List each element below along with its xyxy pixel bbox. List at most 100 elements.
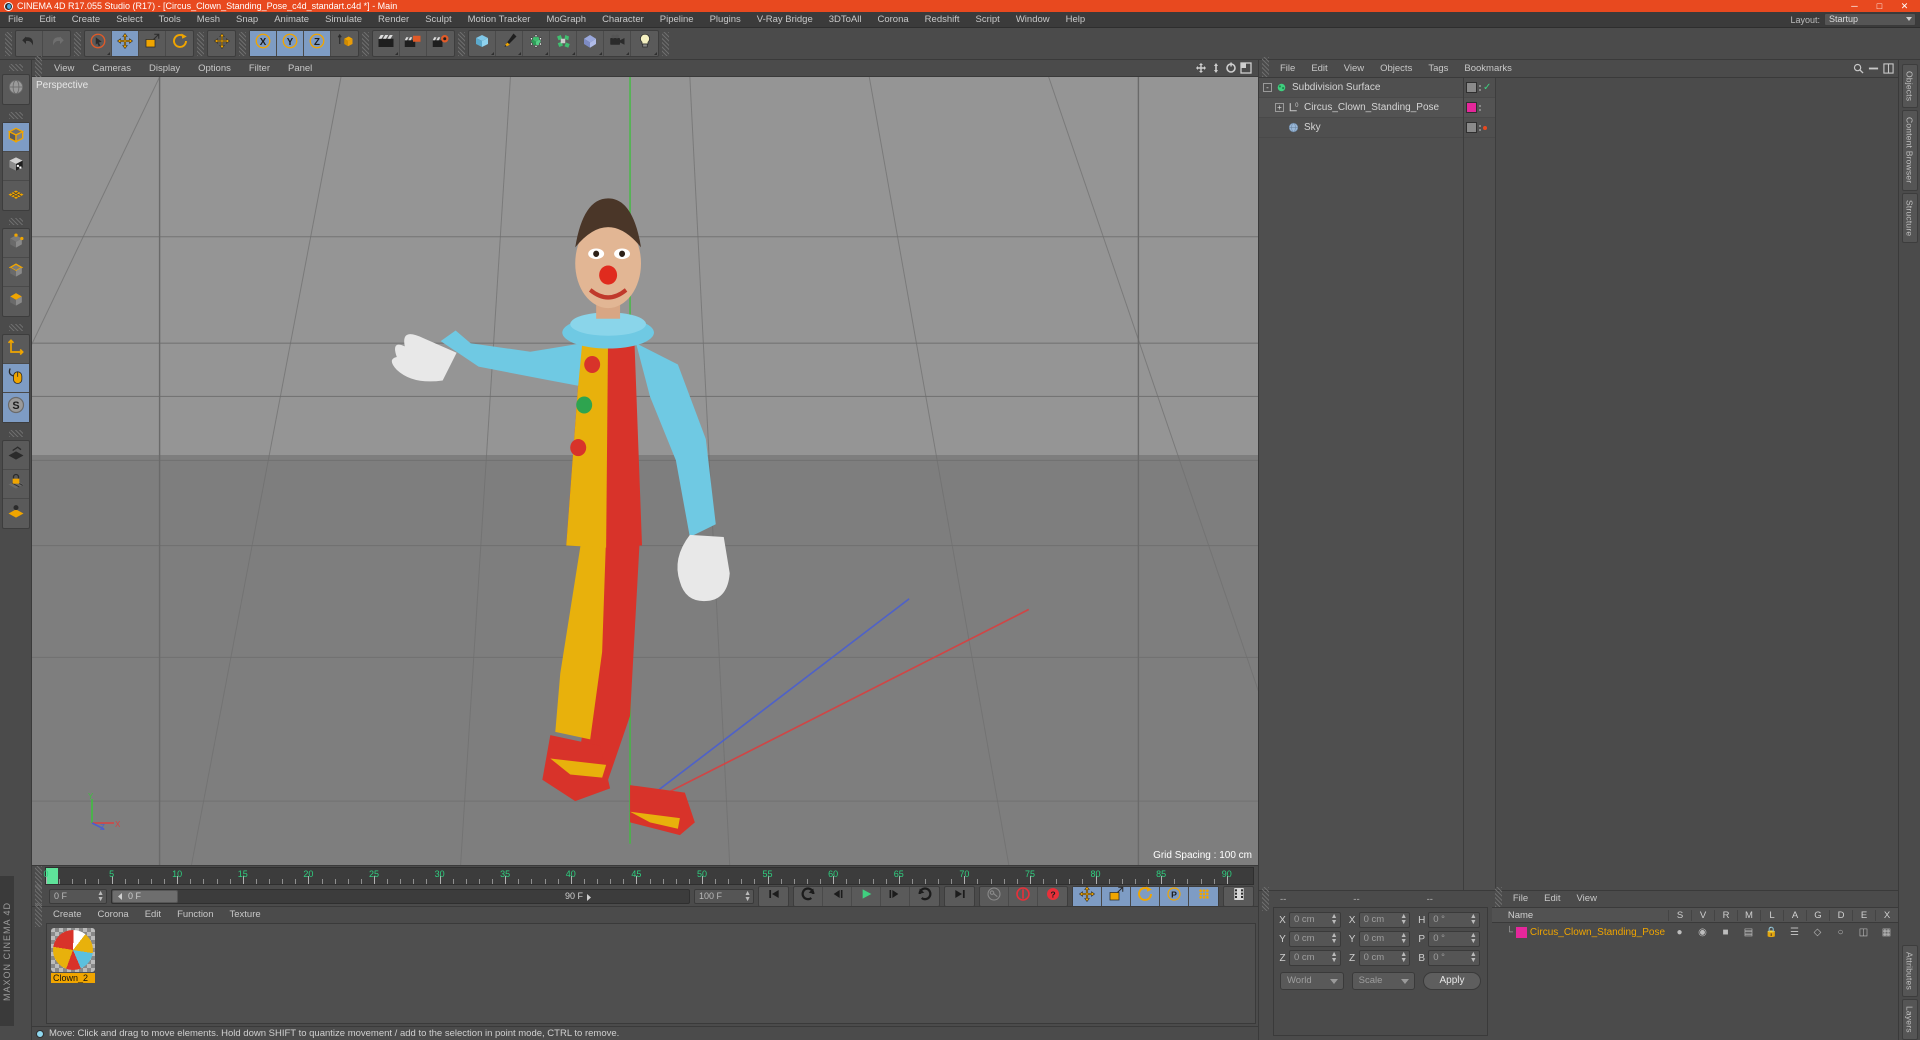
menu-item-file[interactable]: File (0, 12, 31, 28)
spinner-icon[interactable]: ▲ ▼ (1400, 913, 1407, 926)
spinner-icon[interactable]: ▲ ▼ (1331, 932, 1338, 945)
structure-cell-l[interactable]: 🔒 (1760, 927, 1783, 938)
size-field[interactable]: 0 cm ▲ ▼ (1358, 950, 1411, 966)
menu-item-texture[interactable]: Texture (222, 907, 269, 923)
side-tab-structure[interactable]: Structure (1901, 192, 1918, 243)
redo-button[interactable] (43, 31, 70, 56)
spinner-icon[interactable]: ▲ ▼ (1331, 951, 1338, 964)
spinner-icon[interactable]: ▲ ▼ (1470, 932, 1477, 945)
enable-axis-modification-button[interactable] (2, 335, 29, 364)
point-level-animation-button[interactable] (1189, 886, 1218, 906)
toolbar-grip[interactable] (662, 31, 669, 56)
spinner-icon[interactable]: ▲ ▼ (1400, 932, 1407, 945)
rotation-field[interactable]: 0 ° ▲ ▼ (1428, 931, 1480, 947)
add-primitive-button[interactable] (469, 31, 496, 56)
material-menu-grip[interactable] (35, 903, 42, 927)
coordinates-grip[interactable] (1262, 887, 1269, 911)
menu-item-corona[interactable]: Corona (870, 12, 917, 28)
structure-column-m[interactable]: M (1737, 909, 1760, 921)
add-scene-object-button[interactable] (577, 31, 604, 56)
render-view-button[interactable] (373, 31, 400, 56)
timeline-scrubber[interactable]: 0 F 90 F (111, 888, 690, 904)
soft-selection-button[interactable]: S (2, 393, 29, 422)
polygons-mode-button[interactable] (3, 287, 29, 316)
record-rotation-button[interactable] (1131, 886, 1160, 906)
menu-item-filter[interactable]: Filter (240, 60, 279, 77)
edges-mode-button[interactable] (2, 258, 29, 287)
left-toolbar-grip[interactable] (8, 112, 23, 119)
rotate-view-icon[interactable] (1225, 62, 1237, 74)
menu-item-character[interactable]: Character (594, 12, 652, 28)
viewport-layout-icon[interactable] (1240, 62, 1252, 74)
size-field[interactable]: 0 cm ▲ ▼ (1358, 931, 1411, 947)
menu-item-objects[interactable]: Objects (1372, 60, 1420, 77)
expander-toggle[interactable]: - (1263, 83, 1272, 92)
expander-toggle[interactable]: + (1275, 103, 1284, 112)
object-tree[interactable]: - Subdivision Surface +0 Circus_Clown_Stand… (1259, 78, 1463, 890)
structure-cell-a[interactable]: ☰ (1783, 927, 1806, 938)
menu-item-v-ray-bridge[interactable]: V-Ray Bridge (749, 12, 821, 28)
toolbar-grip[interactable] (458, 31, 465, 56)
structure-column-s[interactable]: S (1668, 909, 1691, 921)
menu-item-select[interactable]: Select (108, 12, 150, 28)
render-to-picture-viewer-button[interactable] (400, 31, 427, 56)
menu-item-sculpt[interactable]: Sculpt (417, 12, 459, 28)
record-pla-button[interactable]: P (1160, 886, 1189, 906)
collapse-icon[interactable] (1868, 63, 1879, 74)
menu-item-tools[interactable]: Tools (151, 12, 189, 28)
keyframe-selection-button[interactable]: ? (1038, 887, 1067, 906)
structure-column-v[interactable]: V (1691, 909, 1714, 921)
object-color-swatch[interactable] (1466, 82, 1477, 93)
side-tab-content-browser[interactable]: Content Browser (1901, 110, 1918, 191)
menu-item-panel[interactable]: Panel (279, 60, 321, 77)
object-row[interactable]: +0 Circus_Clown_Standing_Pose (1259, 98, 1463, 118)
material-item[interactable]: Clown_2 (51, 928, 95, 1019)
lock-workplane-button[interactable] (2, 470, 29, 499)
add-camera-button[interactable] (604, 31, 631, 56)
menu-item-view[interactable]: View (1336, 60, 1372, 77)
clown-model[interactable] (32, 77, 1258, 865)
viewport-interaction-button[interactable] (2, 364, 29, 393)
object-tag-cell[interactable]: ✓ (1464, 78, 1495, 98)
layout-select[interactable]: Startup (1824, 13, 1916, 26)
live-selection-tool[interactable] (85, 31, 112, 56)
menu-item-animate[interactable]: Animate (266, 12, 317, 28)
add-deformer-button[interactable] (550, 31, 577, 56)
menu-item-motion-tracker[interactable]: Motion Tracker (460, 12, 539, 28)
structure-cell-v[interactable]: ◉ (1691, 927, 1714, 938)
menu-item-help[interactable]: Help (1058, 12, 1094, 28)
structure-cell-s[interactable]: ● (1668, 927, 1691, 938)
add-light-button[interactable] (631, 31, 658, 56)
autokeying-button[interactable] (980, 886, 1009, 906)
menu-item-tags[interactable]: Tags (1420, 60, 1456, 77)
side-tab-objects[interactable]: Objects (1901, 64, 1918, 109)
menu-item-simulate[interactable]: Simulate (317, 12, 370, 28)
workplane-mode-button[interactable] (3, 499, 29, 528)
side-tab-attributes[interactable]: Attributes (1901, 945, 1918, 998)
rotate-tool[interactable] (166, 31, 193, 56)
left-toolbar-grip[interactable] (8, 218, 23, 225)
material-list[interactable]: Clown_2 (46, 923, 1256, 1024)
structure-column-x[interactable]: X (1875, 909, 1898, 921)
rotation-field[interactable]: 0 ° ▲ ▼ (1428, 950, 1480, 966)
world-axis-button[interactable] (208, 31, 235, 56)
menu-item-edit[interactable]: Edit (137, 907, 169, 923)
record-position-button[interactable] (1073, 885, 1102, 906)
visibility-dots-icon[interactable] (1479, 124, 1481, 131)
menu-item-function[interactable]: Function (169, 907, 221, 923)
structure-column-g[interactable]: G (1806, 909, 1829, 921)
structure-cell-x[interactable]: ▦ (1875, 927, 1898, 938)
add-generator-button[interactable] (523, 31, 550, 56)
menu-item-script[interactable]: Script (968, 12, 1008, 28)
toolbar-grip[interactable] (5, 31, 12, 56)
row-color-swatch[interactable] (1515, 926, 1527, 938)
object-color-swatch[interactable] (1466, 102, 1477, 113)
visibility-dots-icon[interactable] (1479, 104, 1481, 111)
menu-item-plugins[interactable]: Plugins (702, 12, 749, 28)
workplane-button[interactable] (2, 441, 29, 470)
menu-item-file[interactable]: File (1272, 60, 1303, 77)
max-frame-field[interactable]: 100 F ▲ ▼ (694, 888, 754, 904)
play-backwards-button[interactable] (794, 886, 823, 906)
menu-item-bookmarks[interactable]: Bookmarks (1456, 60, 1520, 77)
spinner-icon[interactable]: ▲ ▼ (1470, 951, 1477, 964)
